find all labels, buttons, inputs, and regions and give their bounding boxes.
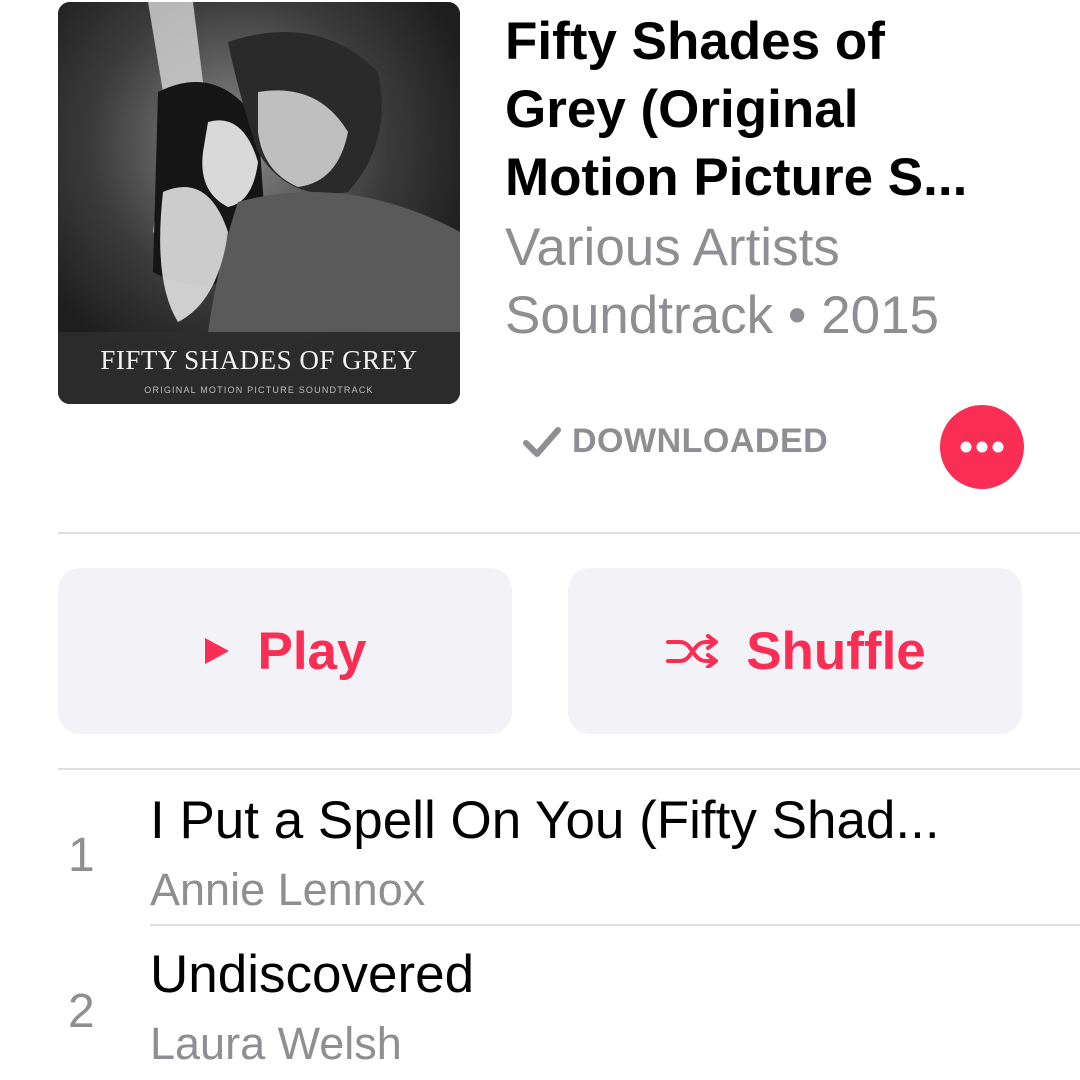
track-number: 2 — [68, 985, 95, 1038]
album-artist-link[interactable]: Various Artists — [505, 214, 840, 282]
track-row[interactable]: 2 Undiscovered Laura Welsh — [0, 926, 1080, 1080]
artwork-title: FIFTY SHADES OF GREY — [100, 345, 418, 375]
download-status: DOWNLOADED — [522, 422, 828, 461]
album-title: Fifty Shades of Grey (Original Motion Pi… — [505, 8, 1025, 212]
play-label: Play — [257, 621, 367, 681]
album-title-line: Fifty Shades of — [505, 12, 885, 71]
track-title: I Put a Spell On You (Fifty Shad... — [150, 791, 940, 850]
more-button[interactable] — [940, 405, 1024, 489]
album-title-line: Motion Picture S... — [505, 148, 968, 207]
shuffle-button[interactable]: Shuffle — [568, 568, 1022, 734]
album-title-line: Grey (Original — [505, 80, 859, 139]
checkmark-icon — [523, 426, 561, 457]
more-icon — [960, 441, 1004, 453]
album-page: FIFTY SHADES OF GREY ORIGINAL MOTION PIC… — [0, 0, 1080, 1080]
track-artist: Laura Welsh — [150, 1018, 402, 1069]
album-artwork[interactable]: FIFTY SHADES OF GREY ORIGINAL MOTION PIC… — [58, 2, 460, 404]
track-artist: Annie Lennox — [150, 864, 426, 915]
play-icon — [203, 636, 231, 666]
artwork-photo — [58, 2, 460, 404]
shuffle-label: Shuffle — [746, 621, 926, 681]
divider — [58, 532, 1080, 534]
play-button[interactable]: Play — [58, 568, 512, 734]
shuffle-icon — [664, 634, 720, 668]
track-title: Undiscovered — [150, 945, 475, 1004]
artwork-subtitle: ORIGINAL MOTION PICTURE SOUNDTRACK — [144, 385, 374, 395]
download-status-label: DOWNLOADED — [572, 422, 829, 460]
track-row[interactable]: 1 I Put a Spell On You (Fifty Shad... An… — [0, 770, 1080, 924]
track-number: 1 — [68, 829, 95, 882]
album-genre-year: Soundtrack • 2015 — [505, 286, 940, 345]
